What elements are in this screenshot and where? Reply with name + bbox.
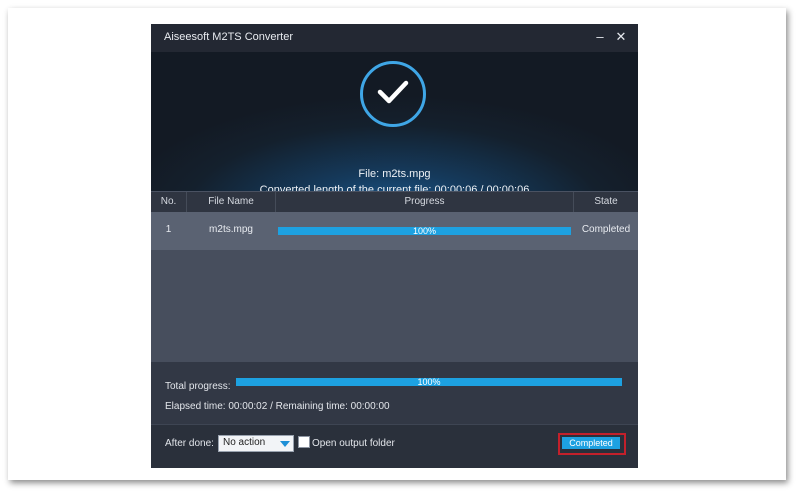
completed-button[interactable]: Completed [562,437,620,449]
column-header-no: No. [160,196,177,207]
converter-window: Aiseesoft M2TS Converter – ✕ File: m2ts.… [151,24,638,468]
after-done-value: No action [223,437,266,448]
elapsed-time-text: Elapsed time: 00:00:02 / Remaining time:… [165,401,390,412]
row-progress-bar: 100% [278,226,571,236]
row-file-name: m2ts.mpg [209,224,253,235]
table-header: No. File Name Progress State [151,191,638,212]
minimize-button[interactable]: – [591,28,609,46]
total-progress-bar: 100% [236,377,622,387]
row-progress-label: 100% [412,226,437,236]
open-output-folder-checkbox[interactable] [298,436,310,448]
column-header-state: State [594,196,618,207]
row-state: Completed [581,224,631,235]
total-progress-percent: 100% [417,377,441,387]
column-header-progress: Progress [404,196,445,207]
chevron-down-icon [280,441,290,447]
title-bar: Aiseesoft M2TS Converter – ✕ [151,24,638,52]
after-done-select[interactable]: No action [218,435,294,452]
footer-bar: After done: No action Open output folder… [151,424,638,468]
close-button[interactable]: ✕ [612,28,630,46]
file-table: 1 m2ts.mpg 100% Completed [151,212,638,362]
total-progress-panel: Total progress: 100% Elapsed time: 00:00… [151,362,638,424]
total-progress-label: Total progress: [165,381,231,392]
open-output-folder-label[interactable]: Open output folder [312,438,395,449]
column-header-file-name: File Name [208,196,254,207]
after-done-label: After done: [165,438,214,449]
checkmark-icon [360,61,426,127]
current-file-text: File: m2ts.mpg [358,168,431,180]
table-row[interactable]: 1 m2ts.mpg 100% Completed [151,212,638,250]
window-title: Aiseesoft M2TS Converter [164,31,293,43]
row-number: 1 [165,224,172,235]
